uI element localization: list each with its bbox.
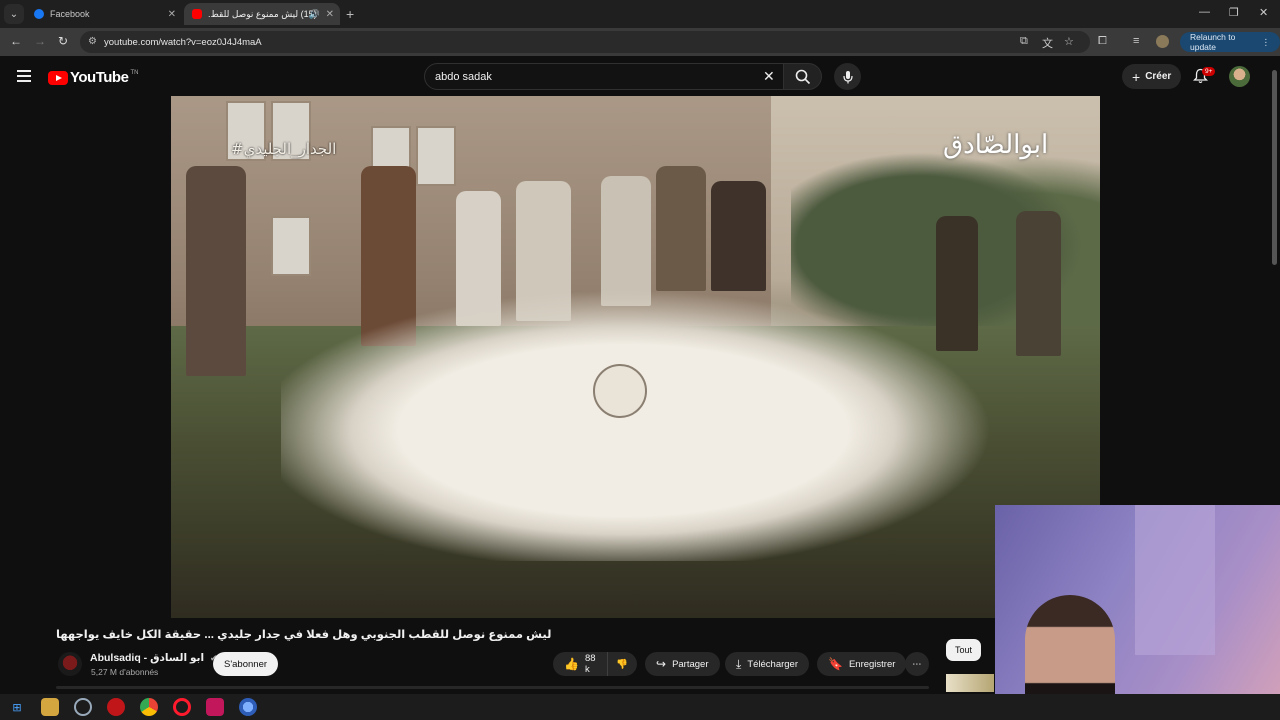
clear-search-icon[interactable]: ✕ — [763, 68, 775, 85]
video-title: ليش ممنوع نوصل للقطب الجنوبي وهل فعلا في… — [56, 629, 552, 641]
share-label: Partager — [672, 658, 709, 670]
windows-start-icon[interactable]: ⊞ — [8, 698, 26, 716]
related-video-thumbnail[interactable] — [946, 674, 994, 692]
app-icon[interactable] — [74, 698, 92, 716]
share-icon: ↪ — [656, 657, 667, 671]
download-button[interactable]: ⤓ Télécharger — [725, 652, 810, 676]
relaunch-button[interactable]: Relaunch to update ⋮ — [1180, 32, 1280, 52]
filter-chip-label: Tout — [955, 645, 973, 655]
scrollbar-thumb[interactable] — [1272, 70, 1277, 265]
video-scene-debris — [281, 271, 1041, 561]
subscribe-label: S'abonner — [224, 658, 268, 670]
download-icon: ⤓ — [736, 656, 742, 671]
restore-icon[interactable]: ❐ — [1229, 6, 1239, 19]
youtube-play-icon — [48, 70, 68, 85]
tab-search-button[interactable]: ⌄ — [4, 4, 24, 24]
tab-youtube[interactable]: (15) ليش ممنوع نوصل للقط. 🔊 ✕ — [184, 3, 340, 25]
facebook-icon — [34, 9, 44, 19]
video-scene-person — [186, 166, 246, 376]
extensions-icon[interactable]: ⧠ — [1098, 35, 1107, 48]
description-box-edge — [56, 686, 929, 689]
logo-text: YouTube — [70, 69, 129, 86]
app-blue-icon[interactable] — [239, 698, 257, 716]
tab-title: Facebook — [50, 9, 90, 19]
bookmark-icon: 🔖 — [828, 657, 843, 671]
youtube-logo[interactable]: YouTube TN — [48, 69, 138, 86]
video-scene-emblem — [593, 364, 647, 418]
logo-country: TN — [130, 69, 139, 76]
search-icon — [795, 69, 810, 84]
like-count: 88 k — [584, 653, 596, 675]
create-button[interactable]: + Créer — [1122, 64, 1182, 89]
tab-title: (15) ليش ممنوع نوصل للقط. — [208, 8, 317, 19]
video-scene-window — [416, 126, 456, 186]
channel-name[interactable]: Abulsadiq - ابو السادق ✔ — [90, 652, 218, 664]
like-button[interactable]: 👍 88 k — [553, 652, 607, 676]
watermark-hashtag: #الجدار_الجليدي — [231, 140, 337, 158]
voice-search-button[interactable] — [834, 63, 861, 90]
close-icon[interactable]: ✕ — [326, 9, 334, 20]
back-icon[interactable]: ← — [10, 34, 22, 48]
more-dots-icon: ⋯ — [912, 658, 922, 670]
tab-facebook[interactable]: Facebook ✕ — [26, 3, 182, 25]
chrome-icon[interactable] — [140, 698, 158, 716]
file-explorer-icon[interactable] — [41, 698, 59, 716]
install-icon[interactable]: ⧉ — [1020, 35, 1028, 48]
channel-avatar[interactable] — [58, 652, 82, 676]
address-input[interactable]: ⚙ youtube.com/watch?v=eoz0J4J4maA — [80, 31, 1090, 53]
channel-name-text: Abulsadiq - ابو السادق — [90, 652, 205, 664]
more-actions-button[interactable]: ⋯ — [905, 652, 929, 676]
site-info-icon[interactable]: ⚙ — [88, 36, 97, 47]
url-text: youtube.com/watch?v=eoz0J4J4maA — [104, 36, 262, 48]
filter-chip-all[interactable]: Tout — [946, 639, 982, 661]
search-input[interactable]: abdo sadak — [424, 63, 784, 90]
hamburger-menu-icon[interactable] — [17, 70, 31, 85]
webcam-background — [1135, 505, 1215, 655]
forward-icon[interactable]: → — [34, 34, 46, 48]
profile-avatar[interactable] — [1156, 35, 1169, 48]
thumbs-up-icon: 👍 — [564, 657, 579, 671]
opera-icon[interactable] — [173, 698, 191, 716]
video-scene-window — [271, 216, 311, 276]
subscribe-button[interactable]: S'abonner — [213, 652, 279, 676]
video-player[interactable]: #الجدار_الجليدي ابوالصّادق — [171, 96, 1100, 618]
close-icon[interactable]: ✕ — [168, 9, 176, 20]
youtube-icon — [192, 9, 202, 19]
notification-badge: 9+ — [1202, 67, 1216, 76]
plus-icon: + — [1132, 68, 1141, 85]
thumbs-down-icon: 👎 — [616, 658, 628, 670]
share-button[interactable]: ↪ Partager — [645, 652, 720, 676]
search-button[interactable] — [784, 63, 822, 90]
speaker-icon[interactable]: 🔊 — [309, 9, 320, 20]
reading-list-icon[interactable]: ≡ — [1133, 35, 1139, 47]
download-label: Télécharger — [747, 658, 799, 670]
webcam-overlay — [995, 505, 1280, 720]
subscriber-count: 5,27 M d'abonnés — [91, 667, 159, 677]
reload-icon[interactable]: ↻ — [58, 34, 68, 48]
minimize-icon[interactable]: — — [1199, 6, 1210, 18]
save-label: Enregistrer — [848, 658, 896, 670]
account-avatar[interactable] — [1229, 66, 1250, 87]
new-tab-button[interactable]: + — [346, 6, 354, 22]
search-value: abdo sadak — [435, 70, 492, 83]
create-label: Créer — [1145, 71, 1172, 82]
bookmark-star-icon[interactable]: ☆ — [1064, 35, 1074, 48]
app-pink-icon[interactable] — [206, 698, 224, 716]
relaunch-label: Relaunch to update — [1190, 32, 1236, 52]
microphone-icon — [842, 70, 853, 83]
save-button[interactable]: 🔖 Enregistrer — [817, 652, 907, 676]
dislike-button[interactable]: 👎 — [607, 652, 637, 676]
windows-taskbar — [0, 694, 1280, 720]
watermark-logo: ابوالصّادق — [943, 130, 1049, 160]
app-red-icon[interactable] — [107, 698, 125, 716]
menu-dots-icon[interactable]: ⋮ — [1262, 37, 1271, 48]
close-window-icon[interactable]: ✕ — [1259, 6, 1268, 19]
translate-icon[interactable]: 文 — [1042, 35, 1053, 51]
